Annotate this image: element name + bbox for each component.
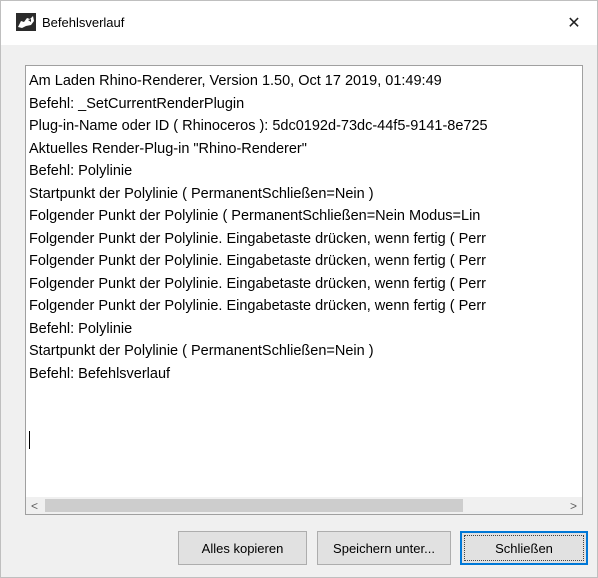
chevron-right-icon: > (569, 498, 577, 513)
focus-rectangle: Schließen (464, 535, 584, 561)
history-line: Folgender Punkt der Polylinie. Eingabeta… (29, 253, 486, 269)
history-line: Am Laden Rhino-Renderer, Version 1.50, O… (29, 73, 442, 89)
scroll-right-button[interactable]: > (565, 497, 582, 514)
history-text-content: Am Laden Rhino-Renderer, Version 1.50, O… (29, 70, 579, 494)
title-bar[interactable]: Befehlsverlauf ✕ (1, 1, 597, 45)
history-line: Befehl: _SetCurrentRenderPlugin (29, 95, 245, 112)
history-line: Folgender Punkt der Polylinie. Eingabeta… (29, 298, 486, 314)
text-cursor (29, 431, 30, 449)
scroll-left-button[interactable]: < (26, 497, 43, 514)
history-line: Befehl: Polylinie (29, 320, 133, 337)
close-button[interactable]: Schließen (460, 531, 588, 565)
save-as-label: Speichern unter... (333, 540, 435, 556)
command-history-dialog: Befehlsverlauf ✕ Am Laden Rhino-Renderer… (0, 0, 598, 578)
close-label: Schließen (495, 540, 553, 556)
horizontal-scrollbar[interactable]: < > (26, 497, 582, 514)
history-line: Folgender Punkt der Polylinie ( Permanen… (29, 208, 481, 224)
chevron-left-icon: < (30, 498, 38, 513)
history-line: Folgender Punkt der Polylinie. Eingabeta… (29, 230, 486, 247)
history-line: Plug-in-Name oder ID ( Rhinoceros ): 5dc… (29, 118, 488, 134)
history-textbox[interactable]: Am Laden Rhino-Renderer, Version 1.50, O… (25, 65, 583, 515)
copy-all-label: Alles kopieren (201, 540, 284, 556)
scrollbar-thumb[interactable] (45, 499, 463, 512)
history-line: Aktuelles Render-Plug-in "Rhino-Renderer… (29, 140, 307, 157)
history-line: Startpunkt der Polylinie ( PermanentSchl… (29, 185, 374, 202)
history-line: Folgender Punkt der Polylinie. Eingabeta… (29, 275, 486, 292)
history-line: Startpunkt der Polylinie ( PermanentSchl… (29, 343, 374, 359)
history-line: Befehl: Befehlsverlauf (29, 365, 171, 382)
close-window-button[interactable]: ✕ (551, 1, 597, 45)
copy-all-button[interactable]: Alles kopieren (178, 531, 307, 565)
save-as-button[interactable]: Speichern unter... (317, 531, 451, 565)
window-title: Befehlsverlauf (42, 15, 125, 30)
history-line: Befehl: Polylinie (29, 163, 133, 179)
rhino-app-icon (16, 13, 36, 31)
close-icon: ✕ (567, 15, 581, 32)
dialog-body: Am Laden Rhino-Renderer, Version 1.50, O… (1, 45, 597, 577)
